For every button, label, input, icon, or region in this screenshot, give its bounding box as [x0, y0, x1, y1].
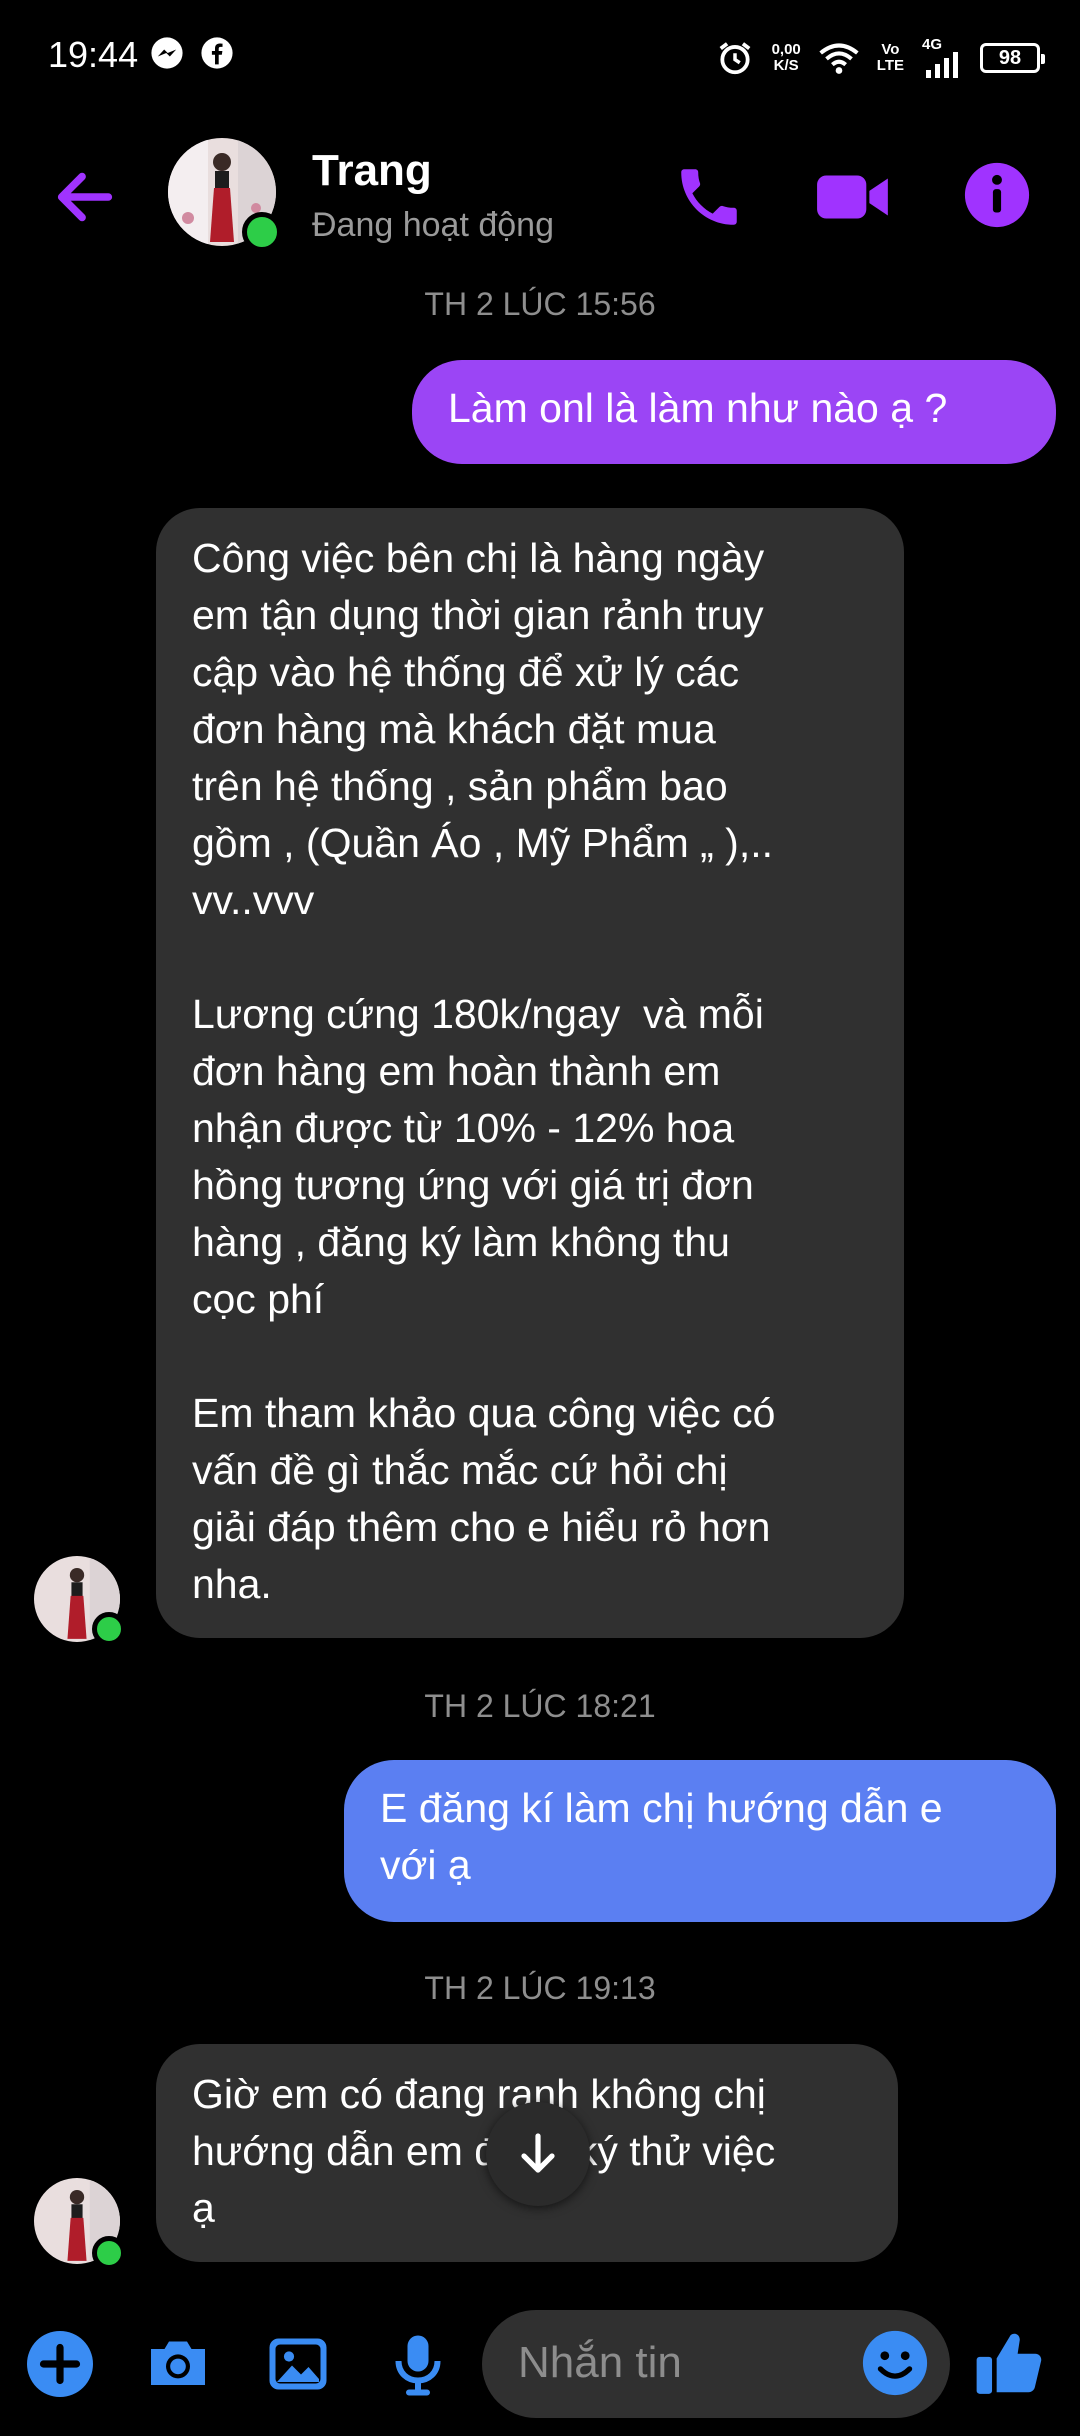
volte-bottom: LTE	[876, 57, 904, 74]
contact-status: Đang hoạt động	[312, 206, 554, 244]
message-placeholder: Nhắn tin	[518, 2338, 682, 2387]
volte-top: Vo	[881, 41, 900, 58]
back-arrow-icon[interactable]	[50, 162, 120, 232]
network-speed-value: 0,00	[771, 41, 801, 58]
network-speed: 0,00 K/S	[772, 42, 801, 74]
chat-header: Trang Đang hoạt động	[0, 130, 1080, 260]
camera-icon[interactable]	[142, 2328, 214, 2400]
network-type: 4G	[922, 36, 943, 53]
plus-icon[interactable]	[24, 2328, 96, 2400]
network-speed-unit: K/S	[773, 57, 799, 74]
microphone-icon[interactable]	[382, 2328, 454, 2400]
outgoing-message-2[interactable]: E đăng kí làm chị hướng dẫn e với ạ	[344, 1760, 1056, 1922]
emoji-icon[interactable]	[860, 2328, 930, 2398]
status-time: 19:44	[48, 34, 139, 75]
thumbs-up-icon[interactable]	[972, 2324, 1046, 2402]
message-input[interactable]: Nhắn tin	[482, 2310, 950, 2418]
phone-icon[interactable]	[672, 160, 746, 234]
signal-indicator: 4G	[922, 36, 962, 78]
outgoing-message-1[interactable]: Làm onl là làm như nào ạ ?	[412, 360, 1056, 464]
timestamp-1: TH 2 LÚC 15:56	[424, 286, 656, 322]
wifi-icon	[819, 43, 859, 74]
video-camera-icon[interactable]	[814, 160, 894, 234]
scroll-to-bottom-button[interactable]	[486, 2102, 590, 2206]
volte-indicator: Vo LTE	[877, 42, 904, 74]
alarm-icon	[719, 42, 750, 75]
message-composer: Nhắn tin	[0, 2310, 1080, 2436]
signal-icon	[926, 52, 958, 78]
timestamp-2: TH 2 LÚC 18:21	[424, 1688, 656, 1724]
online-indicator	[242, 212, 282, 252]
online-indicator	[92, 1612, 126, 1646]
incoming-message-1[interactable]: Công việc bên chị là hàng ngày em tận dụ…	[156, 508, 904, 1638]
arrow-down-icon	[521, 2133, 555, 2173]
battery-icon: 98	[980, 43, 1045, 73]
messenger-icon	[151, 37, 183, 69]
gallery-icon[interactable]	[262, 2328, 334, 2400]
facebook-icon	[201, 37, 233, 69]
battery-level: 98	[998, 46, 1022, 69]
contact-name[interactable]: Trang	[312, 146, 432, 196]
status-bar: 19:44 0,00 K/S Vo LTE 4G 98	[0, 0, 1080, 120]
status-icons: 0,00 K/S Vo LTE 4G 98	[716, 28, 1045, 88]
info-icon[interactable]	[962, 160, 1032, 230]
online-indicator	[92, 2236, 126, 2270]
timestamp-3: TH 2 LÚC 19:13	[424, 1970, 656, 2006]
